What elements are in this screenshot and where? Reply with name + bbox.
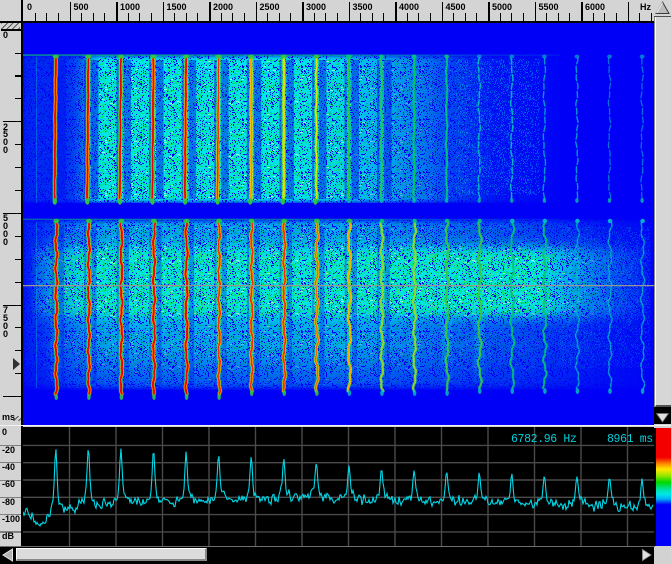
svg-text:6782.96 Hz: 6782.96 Hz xyxy=(511,433,577,446)
svg-text:8961 ms: 8961 ms xyxy=(607,433,653,446)
